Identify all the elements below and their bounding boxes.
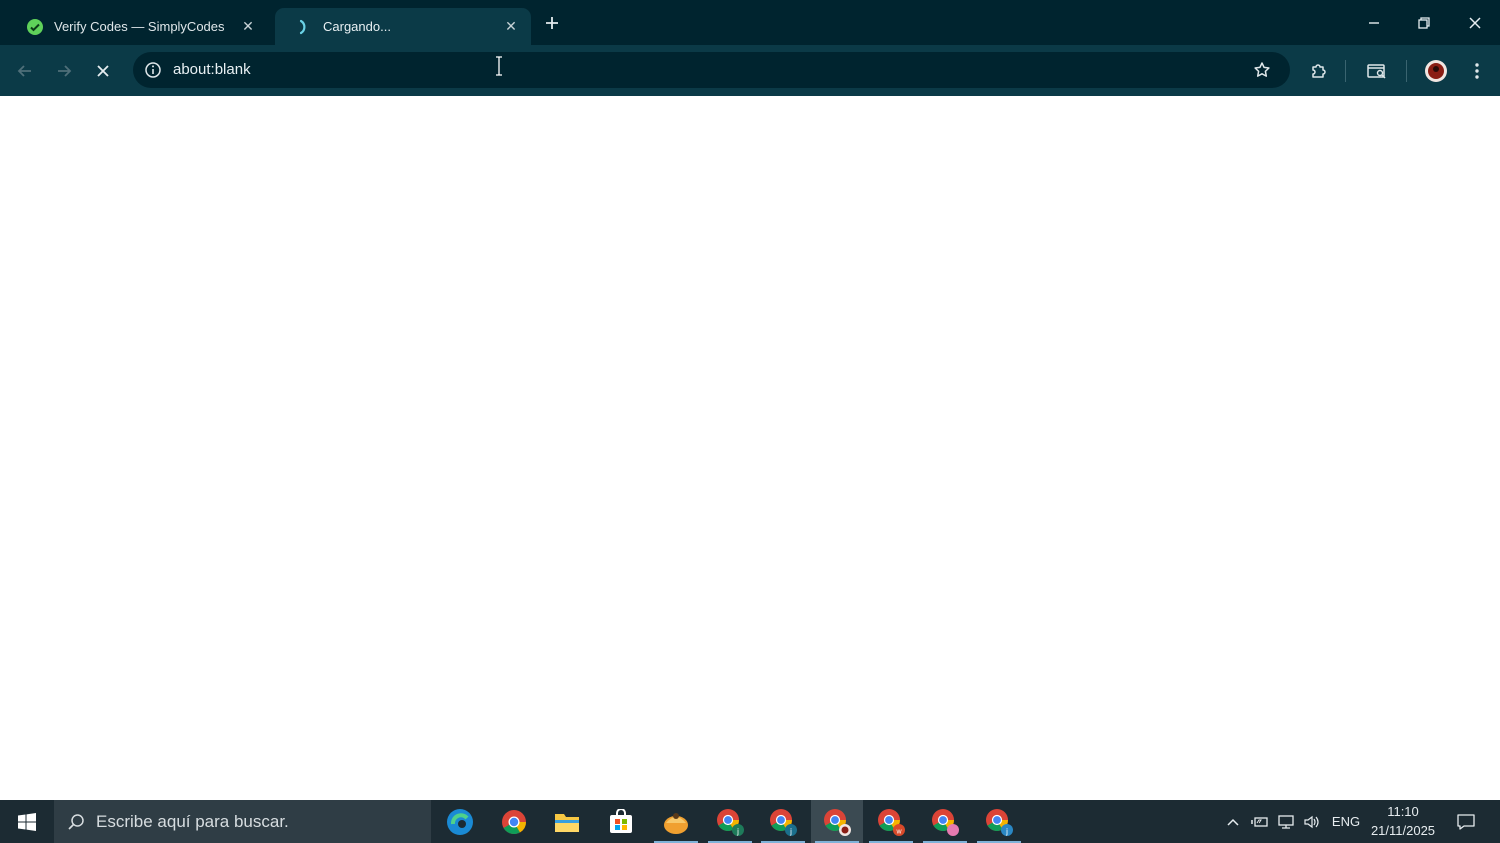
- app-icon[interactable]: [650, 800, 702, 843]
- new-tab-button[interactable]: [538, 9, 566, 37]
- text-cursor-icon: [494, 56, 504, 76]
- tab-search-icon[interactable]: [1360, 54, 1394, 88]
- extensions-icon[interactable]: [1302, 54, 1336, 88]
- close-tab-icon[interactable]: ✕: [501, 17, 521, 37]
- forward-button[interactable]: [47, 54, 81, 88]
- tab-simplycodes[interactable]: Verify Codes — SimplyCodes ✕: [6, 8, 268, 45]
- chrome-profile-j2-icon[interactable]: j: [757, 800, 809, 843]
- close-window-button[interactable]: [1450, 0, 1500, 45]
- site-info-icon[interactable]: [141, 58, 165, 82]
- tab-title: Cargando...: [323, 19, 391, 34]
- address-bar[interactable]: about:blank: [133, 52, 1290, 88]
- minimize-button[interactable]: [1349, 0, 1399, 45]
- language-indicator[interactable]: ENG: [1328, 800, 1364, 843]
- clock[interactable]: 11:10 21/11/2025: [1364, 802, 1442, 840]
- chrome-profile-pink-icon[interactable]: [919, 800, 971, 843]
- volume-icon[interactable]: [1300, 800, 1324, 843]
- toolbar-divider: [1345, 60, 1346, 82]
- toolbar-divider: [1406, 60, 1407, 82]
- close-tab-icon[interactable]: ✕: [238, 17, 258, 37]
- profile-avatar[interactable]: [1419, 54, 1453, 88]
- search-placeholder: Escribe aquí para buscar.: [96, 811, 289, 831]
- taskbar-search-box[interactable]: Escribe aquí para buscar.: [54, 800, 431, 843]
- tab-title: Verify Codes — SimplyCodes: [54, 19, 225, 34]
- url-text[interactable]: about:blank: [173, 52, 251, 88]
- menu-kebab-icon[interactable]: [1460, 54, 1494, 88]
- chrome-profile-j3-icon[interactable]: j: [973, 800, 1025, 843]
- bookmark-star-icon[interactable]: [1250, 58, 1274, 82]
- back-button[interactable]: [8, 54, 42, 88]
- svg-text:w: w: [895, 828, 902, 835]
- notifications-icon[interactable]: [1446, 800, 1486, 843]
- svg-text:j: j: [736, 827, 739, 836]
- chrome-icon[interactable]: [488, 800, 540, 843]
- tab-loading[interactable]: Cargando... ✕: [275, 8, 531, 45]
- file-explorer-icon[interactable]: [541, 800, 593, 843]
- clock-date: 21/11/2025: [1370, 823, 1436, 838]
- browser-toolbar: about:blank: [0, 45, 1500, 96]
- restore-button[interactable]: [1399, 0, 1449, 45]
- show-hidden-icons-chevron-icon[interactable]: [1222, 800, 1244, 843]
- page-content[interactable]: [0, 96, 1500, 800]
- chrome-profile-active-icon[interactable]: [811, 800, 863, 843]
- start-button[interactable]: [0, 800, 54, 843]
- tab-strip: Verify Codes — SimplyCodes ✕ Cargando...…: [0, 0, 1500, 45]
- svg-text:j: j: [1005, 827, 1008, 836]
- edge-icon[interactable]: [434, 800, 486, 843]
- network-icon[interactable]: [1274, 800, 1298, 843]
- clock-time: 11:10: [1387, 804, 1419, 819]
- stop-loading-button[interactable]: [86, 54, 120, 88]
- simplycodes-icon: [26, 18, 44, 36]
- loading-spinner-icon: [295, 18, 313, 36]
- svg-text:j: j: [789, 827, 792, 836]
- chrome-profile-w-icon[interactable]: w: [865, 800, 917, 843]
- taskbar: Escribe aquí para buscar. j j w j ENG 11…: [0, 800, 1500, 843]
- microsoft-store-icon[interactable]: [595, 800, 647, 843]
- chrome-profile-j-icon[interactable]: j: [704, 800, 756, 843]
- battery-icon[interactable]: [1248, 800, 1272, 843]
- search-icon: [66, 812, 86, 832]
